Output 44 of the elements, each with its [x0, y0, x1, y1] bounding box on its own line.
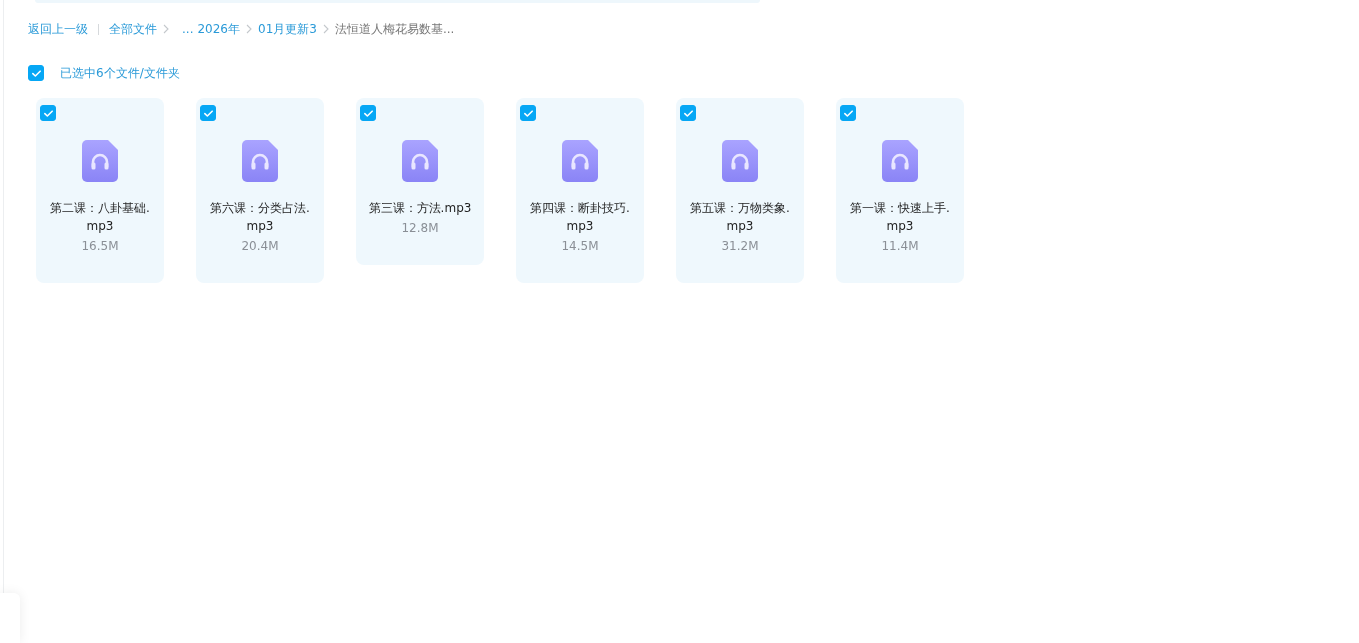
- file-size: 31.2M: [720, 238, 760, 255]
- file-size: 12.8M: [400, 220, 440, 237]
- check-icon: [523, 109, 533, 117]
- audio-file-icon: [882, 140, 918, 182]
- chevron-right-icon: [322, 24, 329, 34]
- file-name: 第五课：万物类象.mp3: [689, 200, 791, 235]
- checkbox[interactable]: [40, 105, 56, 121]
- file-card[interactable]: 第三课：方法.mp3 12.8M: [356, 98, 484, 265]
- file-card[interactable]: 第五课：万物类象.mp3 31.2M: [676, 98, 804, 283]
- file-name: 第三课：方法.mp3: [367, 200, 473, 217]
- file-card[interactable]: 第二课：八卦基础.mp3 16.5M: [36, 98, 164, 283]
- floating-panel: [0, 593, 20, 643]
- checkbox[interactable]: [200, 105, 216, 121]
- audio-file-icon: [402, 140, 438, 182]
- checkbox[interactable]: [680, 105, 696, 121]
- file-name: 第六课：分类占法.mp3: [209, 200, 311, 235]
- audio-file-icon: [242, 140, 278, 182]
- file-card[interactable]: 第六课：分类占法.mp3 20.4M: [196, 98, 324, 283]
- selection-count-label: 已选中6个文件/文件夹: [60, 65, 180, 81]
- file-card[interactable]: 第一课：快速上手.mp3 11.4M: [836, 98, 964, 283]
- chevron-right-icon: [246, 24, 252, 34]
- file-card[interactable]: 第四课：断卦技巧.mp3 14.5M: [516, 98, 644, 283]
- file-name: 第一课：快速上手.mp3: [849, 200, 951, 235]
- check-icon: [843, 109, 853, 117]
- checkbox[interactable]: [28, 65, 44, 81]
- checkbox[interactable]: [360, 105, 376, 121]
- breadcrumb-current[interactable]: 法恒道人梅花易数基...: [334, 21, 455, 37]
- file-name: 第四课：断卦技巧.mp3: [529, 200, 631, 235]
- check-icon: [203, 109, 213, 117]
- check-icon: [31, 69, 41, 77]
- audio-file-icon: [562, 140, 598, 182]
- checkbox[interactable]: [840, 105, 856, 121]
- check-icon: [43, 109, 53, 117]
- file-size: 20.4M: [240, 238, 280, 255]
- audio-file-icon: [82, 140, 118, 182]
- check-icon: [363, 109, 373, 117]
- audio-file-icon: [722, 140, 758, 182]
- file-size: 14.5M: [560, 238, 600, 255]
- file-name: 第二课：八卦基础.mp3: [49, 200, 151, 235]
- chevron-right-icon: [163, 24, 169, 34]
- file-size: 11.4M: [880, 238, 920, 255]
- checkbox[interactable]: [520, 105, 536, 121]
- check-icon: [683, 109, 693, 117]
- file-size: 16.5M: [80, 238, 120, 255]
